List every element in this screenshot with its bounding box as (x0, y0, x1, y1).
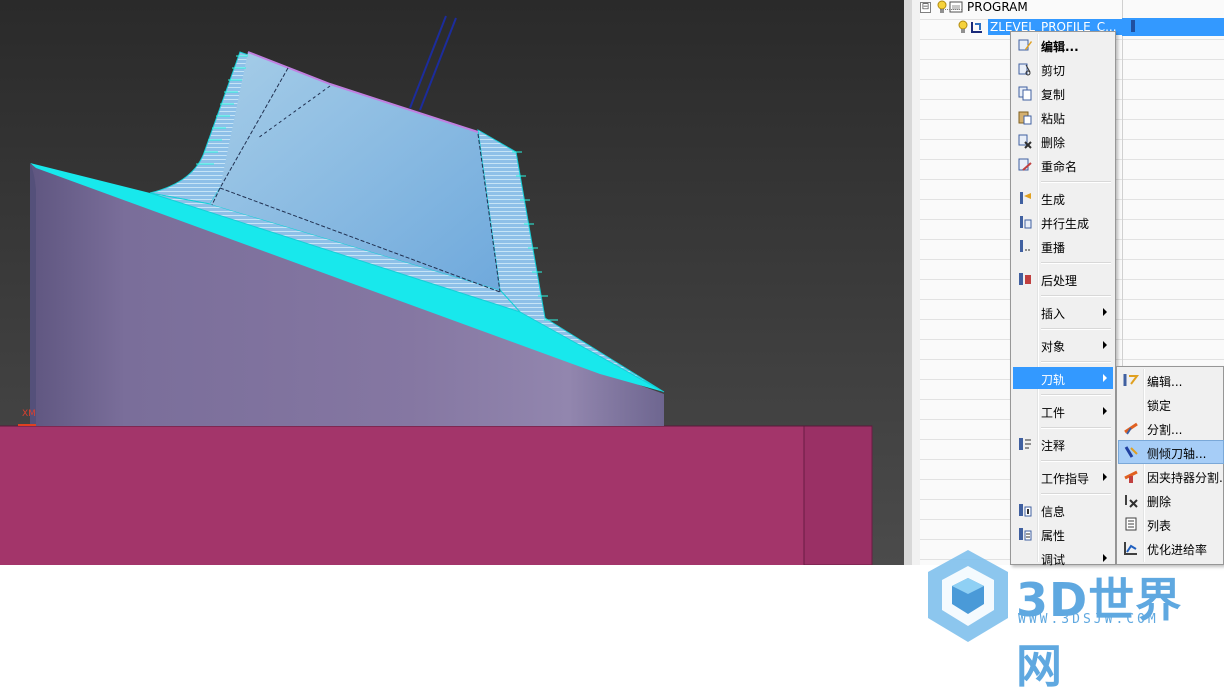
menu-item-rename[interactable]: 重命名 (1013, 154, 1113, 176)
rename-icon (1018, 158, 1032, 171)
menu-item-edit[interactable]: 编辑... (1013, 34, 1113, 56)
menu-item-object[interactable]: 对象 (1013, 334, 1113, 356)
info-icon (1019, 504, 1032, 517)
menu-item-postprocess[interactable]: 后处理 (1013, 268, 1113, 290)
submenu-item-edit[interactable]: 编辑... (1119, 369, 1223, 391)
cut-icon (1018, 63, 1031, 76)
fixture-body (0, 426, 872, 565)
delete-icon (1018, 134, 1032, 149)
submenu-item-delete[interactable]: 删除 (1119, 489, 1223, 511)
edit-path-icon (1123, 374, 1139, 386)
comment-icon (1019, 438, 1031, 450)
menu-item-workpiece[interactable]: 工件 (1013, 400, 1113, 422)
submenu-item-holder-split[interactable]: 因夹持器分割... (1119, 465, 1224, 487)
menu-item-parallel-generate[interactable]: 并行生成 (1013, 211, 1113, 233)
axis-label-xm: XM (22, 409, 36, 419)
model-scene (0, 0, 904, 565)
split-icon (1124, 422, 1138, 435)
tilt-axis-icon (1124, 446, 1138, 458)
submenu-arrow-icon (1103, 473, 1107, 481)
program-folder-icon (949, 1, 963, 13)
bulb-icon (937, 0, 947, 13)
replay-icon (1020, 240, 1031, 252)
toolpath-submenu[interactable]: 编辑... 锁定 分割... 侧倾刀轴... 因夹持器分割... 删除 列表 优… (1116, 366, 1224, 565)
properties-icon (1019, 528, 1032, 541)
submenu-item-lock[interactable]: 锁定 (1119, 393, 1223, 415)
menu-item-generate[interactable]: 生成 (1013, 187, 1113, 209)
zlevel-operation-icon (971, 22, 982, 33)
menu-item-paste[interactable]: 粘贴 (1013, 106, 1113, 128)
submenu-arrow-icon (1103, 407, 1107, 415)
watermark-title: 3D世界网 (1016, 573, 1183, 693)
menu-item-info[interactable]: 信息 (1013, 499, 1113, 521)
fixture-end (803, 425, 873, 565)
menu-item-comment[interactable]: 注释 (1013, 433, 1113, 455)
edit-icon (1018, 39, 1032, 51)
paste-icon (1018, 111, 1032, 125)
submenu-arrow-icon (1103, 374, 1107, 382)
watermark-logo-icon (928, 550, 1008, 642)
delete-path-icon (1125, 495, 1138, 508)
watermark: 3D世界网 WWW.3DSJW.COM (922, 548, 1222, 693)
status-marker (1131, 20, 1135, 32)
menu-item-insert[interactable]: 插入 (1013, 301, 1113, 323)
collapse-icon[interactable]: ⊟ (920, 1, 931, 13)
parallel-generate-icon (1020, 216, 1032, 229)
menu-item-replay[interactable]: 重播 (1013, 235, 1113, 257)
submenu-item-list[interactable]: 列表 (1119, 513, 1223, 535)
holder-split-icon (1124, 470, 1138, 483)
watermark-url: WWW.3DSJW.COM (1018, 612, 1159, 627)
menu-item-cut[interactable]: 剪切 (1013, 58, 1113, 80)
list-icon (1125, 517, 1137, 531)
postprocess-icon (1019, 273, 1031, 285)
graphics-viewport[interactable]: XM (0, 0, 904, 565)
context-menu[interactable]: 编辑... 剪切 复制 粘贴 删除 重命名 生成 并行生成 重播 后处理 插入 (1010, 31, 1116, 567)
menu-item-work-instruction[interactable]: 工作指导 (1013, 466, 1113, 488)
tree-node-program[interactable]: ⊟ PROGRAM (920, 0, 1028, 16)
generate-icon (1020, 192, 1031, 204)
tree-node-label: PROGRAM (967, 0, 1028, 14)
submenu-arrow-icon (1103, 341, 1107, 349)
submenu-item-split[interactable]: 分割... (1119, 417, 1223, 439)
submenu-arrow-icon (1103, 308, 1107, 316)
copy-icon (1018, 86, 1032, 101)
menu-item-copy[interactable]: 复制 (1013, 82, 1113, 104)
menu-item-properties[interactable]: 属性 (1013, 523, 1113, 545)
menu-item-toolpath[interactable]: 刀轨 (1013, 367, 1113, 389)
menu-item-delete[interactable]: 删除 (1013, 130, 1113, 152)
submenu-item-tilt-tool-axis[interactable]: 侧倾刀轴... (1118, 440, 1224, 464)
bulb-icon (958, 20, 968, 33)
operation-row-highlight (1122, 18, 1224, 36)
